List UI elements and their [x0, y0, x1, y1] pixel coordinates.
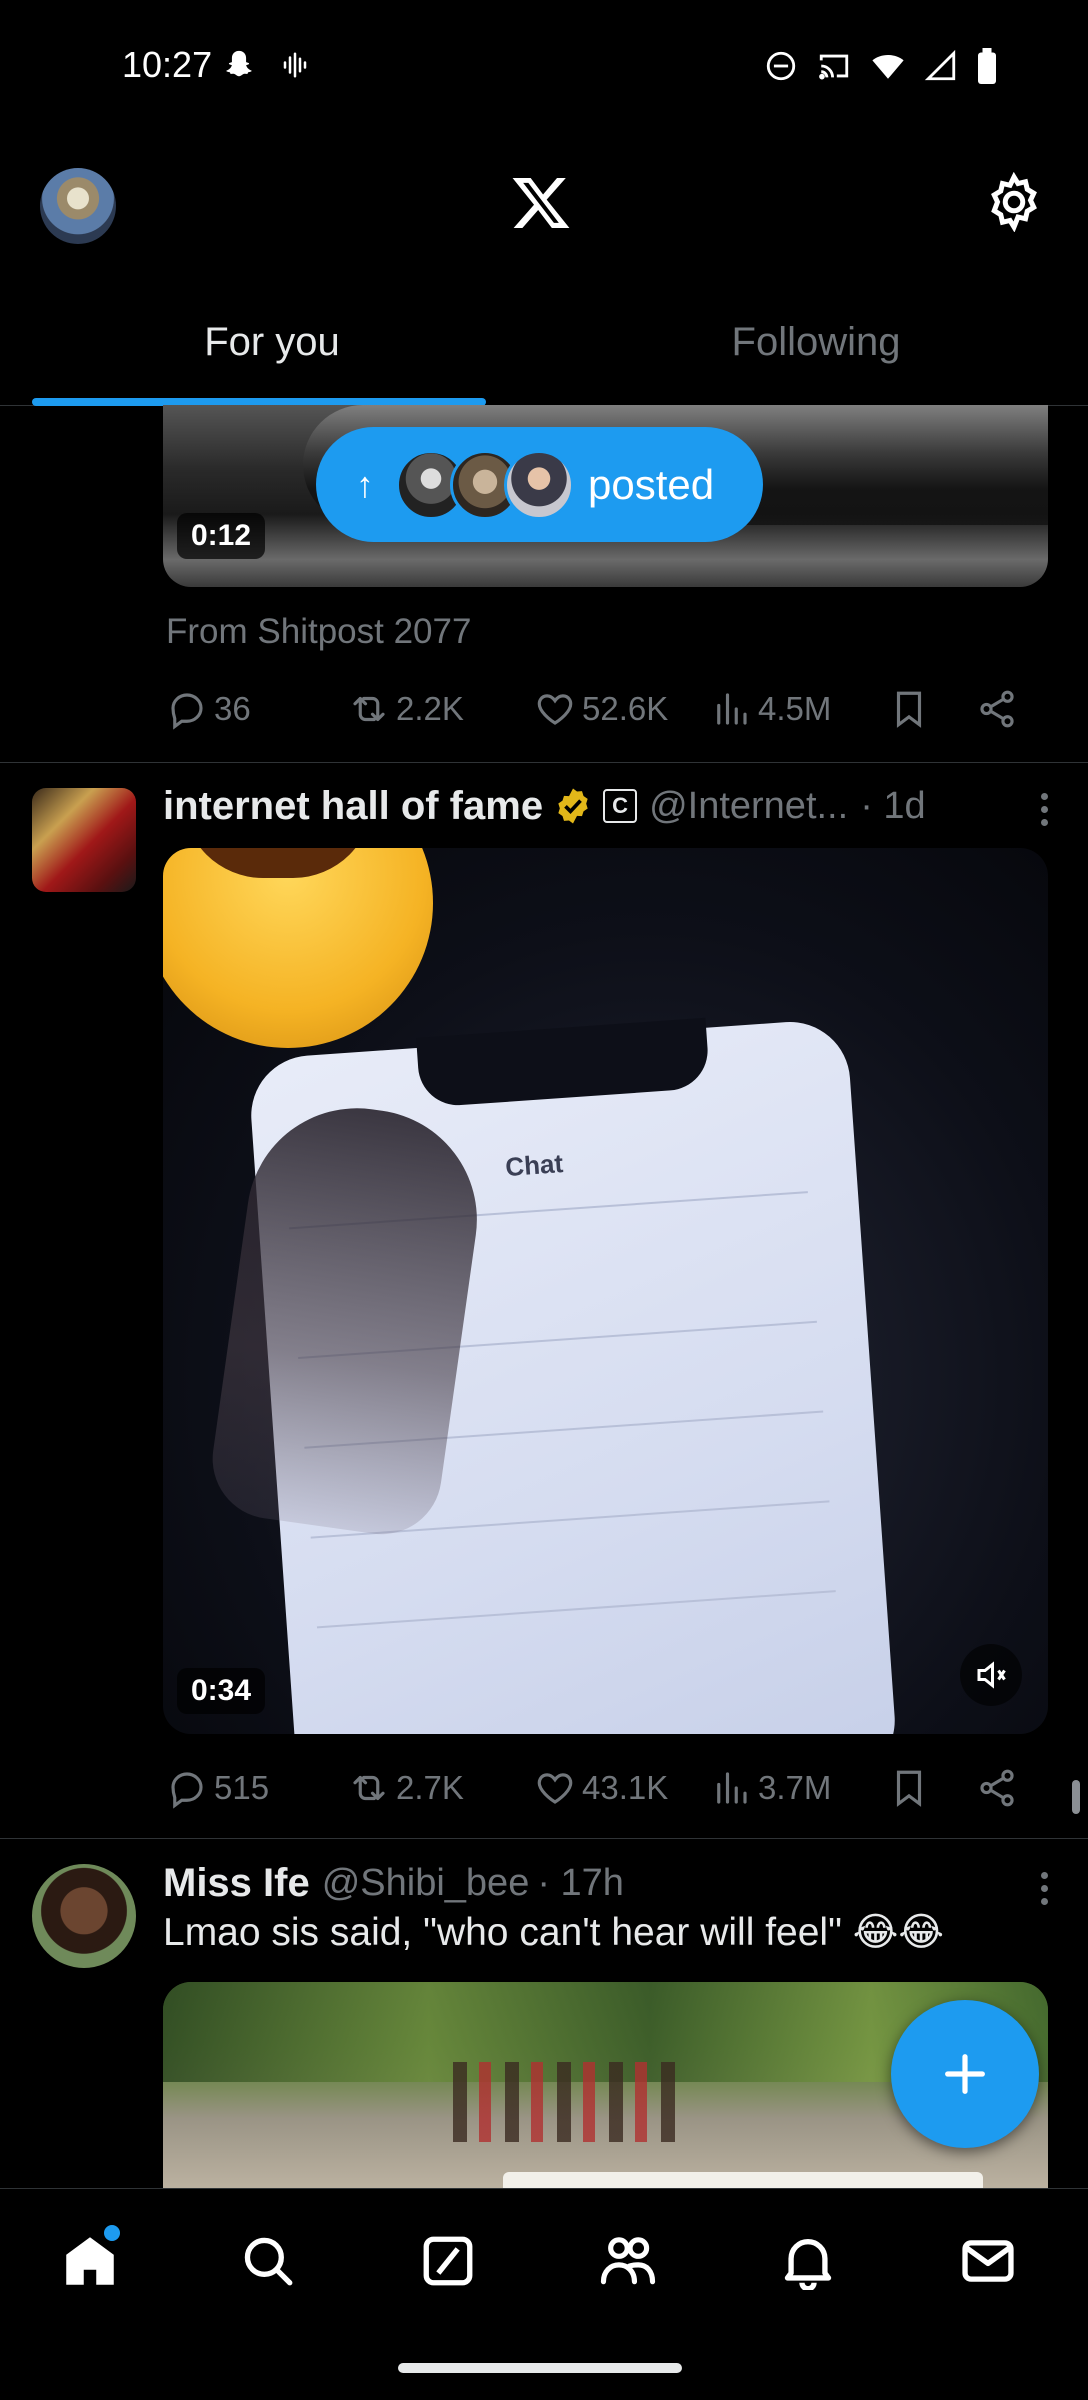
battery-icon: [976, 48, 998, 89]
mail-icon: [962, 2240, 1014, 2282]
avatar[interactable]: [32, 1864, 136, 1968]
like-button[interactable]: 43.1K: [534, 1758, 668, 1818]
author-name[interactable]: Miss Ife: [163, 1861, 310, 1906]
author-name[interactable]: internet hall of fame: [163, 784, 543, 829]
bookmark-button[interactable]: [888, 1758, 936, 1818]
avatar[interactable]: [32, 788, 136, 892]
heart-icon: [537, 1773, 573, 1804]
like-count: 43.1K: [582, 1769, 669, 1806]
bell-icon: [784, 2239, 832, 2290]
grok-icon: [423, 2236, 473, 2286]
tweet-time: · 17h: [537, 1861, 624, 1904]
tweet1-actions: 36 2.2K 52.6K 4.5M: [166, 679, 1046, 739]
x-logo-icon[interactable]: [510, 172, 572, 234]
gear-icon[interactable]: [984, 171, 1044, 233]
bookmark-icon: [896, 691, 922, 728]
search-icon: [244, 2237, 293, 2286]
wifi-icon: [870, 49, 906, 88]
author-handle[interactable]: @Shibi_bee: [322, 1862, 530, 1905]
heart-icon: [537, 694, 573, 725]
share-button[interactable]: [976, 1758, 1024, 1818]
bookmark-icon: [896, 1770, 922, 1807]
repost-icon: [353, 696, 385, 722]
nav-communities[interactable]: [596, 2229, 660, 2293]
tweet2-video[interactable]: Chat 0:34: [163, 848, 1048, 1734]
reply-icon: [171, 1772, 203, 1809]
tweet1-source[interactable]: From Shitpost 2077: [166, 612, 471, 652]
tweet2-actions: 515 2.7K 43.1K 3.7M: [166, 1758, 1046, 1818]
tab-for-you-label: For you: [204, 320, 340, 364]
tweet-time: · 1d: [860, 784, 926, 827]
speaker-muted-icon: [977, 1661, 1006, 1689]
mute-button[interactable]: [960, 1644, 1022, 1706]
nav-messages[interactable]: [956, 2229, 1020, 2293]
posted-avatars: [396, 449, 574, 520]
views-button[interactable]: 3.7M: [710, 1758, 831, 1818]
tab-for-you[interactable]: For you: [0, 290, 544, 406]
scrollbar[interactable]: [1072, 1780, 1080, 1814]
profile-avatar[interactable]: [40, 168, 116, 244]
avatar: [504, 449, 574, 520]
repost-icon: [353, 1775, 385, 1801]
do-not-disturb-icon: [764, 49, 798, 88]
status-bar: 10:27: [0, 0, 1088, 135]
arrow-up-icon: ↑: [356, 463, 374, 505]
reply-icon: [171, 693, 203, 730]
repost-button[interactable]: 2.7K: [348, 1758, 464, 1818]
home-indicator[interactable]: [398, 2363, 682, 2373]
repost-count: 2.2K: [396, 690, 464, 727]
tweet3-header: Miss Ife @Shibi_bee · 17h: [163, 1855, 624, 1911]
views-button[interactable]: 4.5M: [710, 679, 831, 739]
posted-label: posted: [588, 460, 715, 508]
compose-button[interactable]: [891, 2000, 1039, 2148]
reply-count: 515: [214, 1769, 270, 1806]
views-icon: [717, 693, 747, 725]
affiliate-badge: C: [603, 789, 638, 823]
laughing-emoji: [163, 848, 433, 1048]
view-count: 4.5M: [758, 690, 832, 727]
bookmark-button[interactable]: [888, 679, 936, 739]
divider: [0, 762, 1088, 763]
repost-button[interactable]: 2.2K: [348, 679, 464, 739]
reply-button[interactable]: 515: [166, 1758, 269, 1818]
author-handle[interactable]: @Internet...: [649, 785, 848, 828]
tweet2-header: internet hall of fame C @Internet... · 1…: [163, 778, 926, 834]
more-options-icon[interactable]: [1038, 1872, 1050, 1905]
timeline-tabs: For you Following: [0, 290, 1088, 406]
share-icon: [980, 690, 1014, 728]
video-screen-title: Chat: [504, 1148, 565, 1183]
nav-search[interactable]: [236, 2229, 300, 2293]
like-button[interactable]: 52.6K: [534, 679, 668, 739]
communities-icon: [600, 2237, 656, 2285]
reply-count: 36: [214, 690, 251, 727]
snapchat-icon: [222, 48, 256, 87]
home-notification-dot: [104, 2225, 120, 2241]
cast-icon: [816, 49, 852, 88]
share-button[interactable]: [976, 679, 1024, 739]
view-count: 3.7M: [758, 1769, 832, 1806]
audio-wave-icon: [280, 50, 310, 85]
tab-following-label: Following: [731, 320, 901, 364]
repost-count: 2.7K: [396, 1769, 464, 1806]
new-posts-pill[interactable]: ↑ posted: [316, 427, 763, 542]
like-count: 52.6K: [582, 690, 669, 727]
share-icon: [980, 1769, 1014, 1807]
tab-following[interactable]: Following: [544, 290, 1088, 405]
nav-grok[interactable]: [416, 2229, 480, 2293]
divider: [0, 1838, 1088, 1839]
more-options-icon[interactable]: [1038, 793, 1050, 826]
tweet-text: Lmao sis said, "who can't hear will feel…: [163, 1911, 944, 1954]
plus-icon: [945, 2054, 985, 2094]
nav-notifications[interactable]: [776, 2229, 840, 2293]
verified-badge-icon: [558, 788, 588, 824]
reply-button[interactable]: 36: [166, 679, 251, 739]
signal-icon: [924, 49, 958, 88]
status-time: 10:27: [122, 44, 213, 85]
views-icon: [717, 1772, 747, 1804]
video-duration: 0:12: [177, 513, 266, 559]
video-duration: 0:34: [177, 1668, 266, 1714]
